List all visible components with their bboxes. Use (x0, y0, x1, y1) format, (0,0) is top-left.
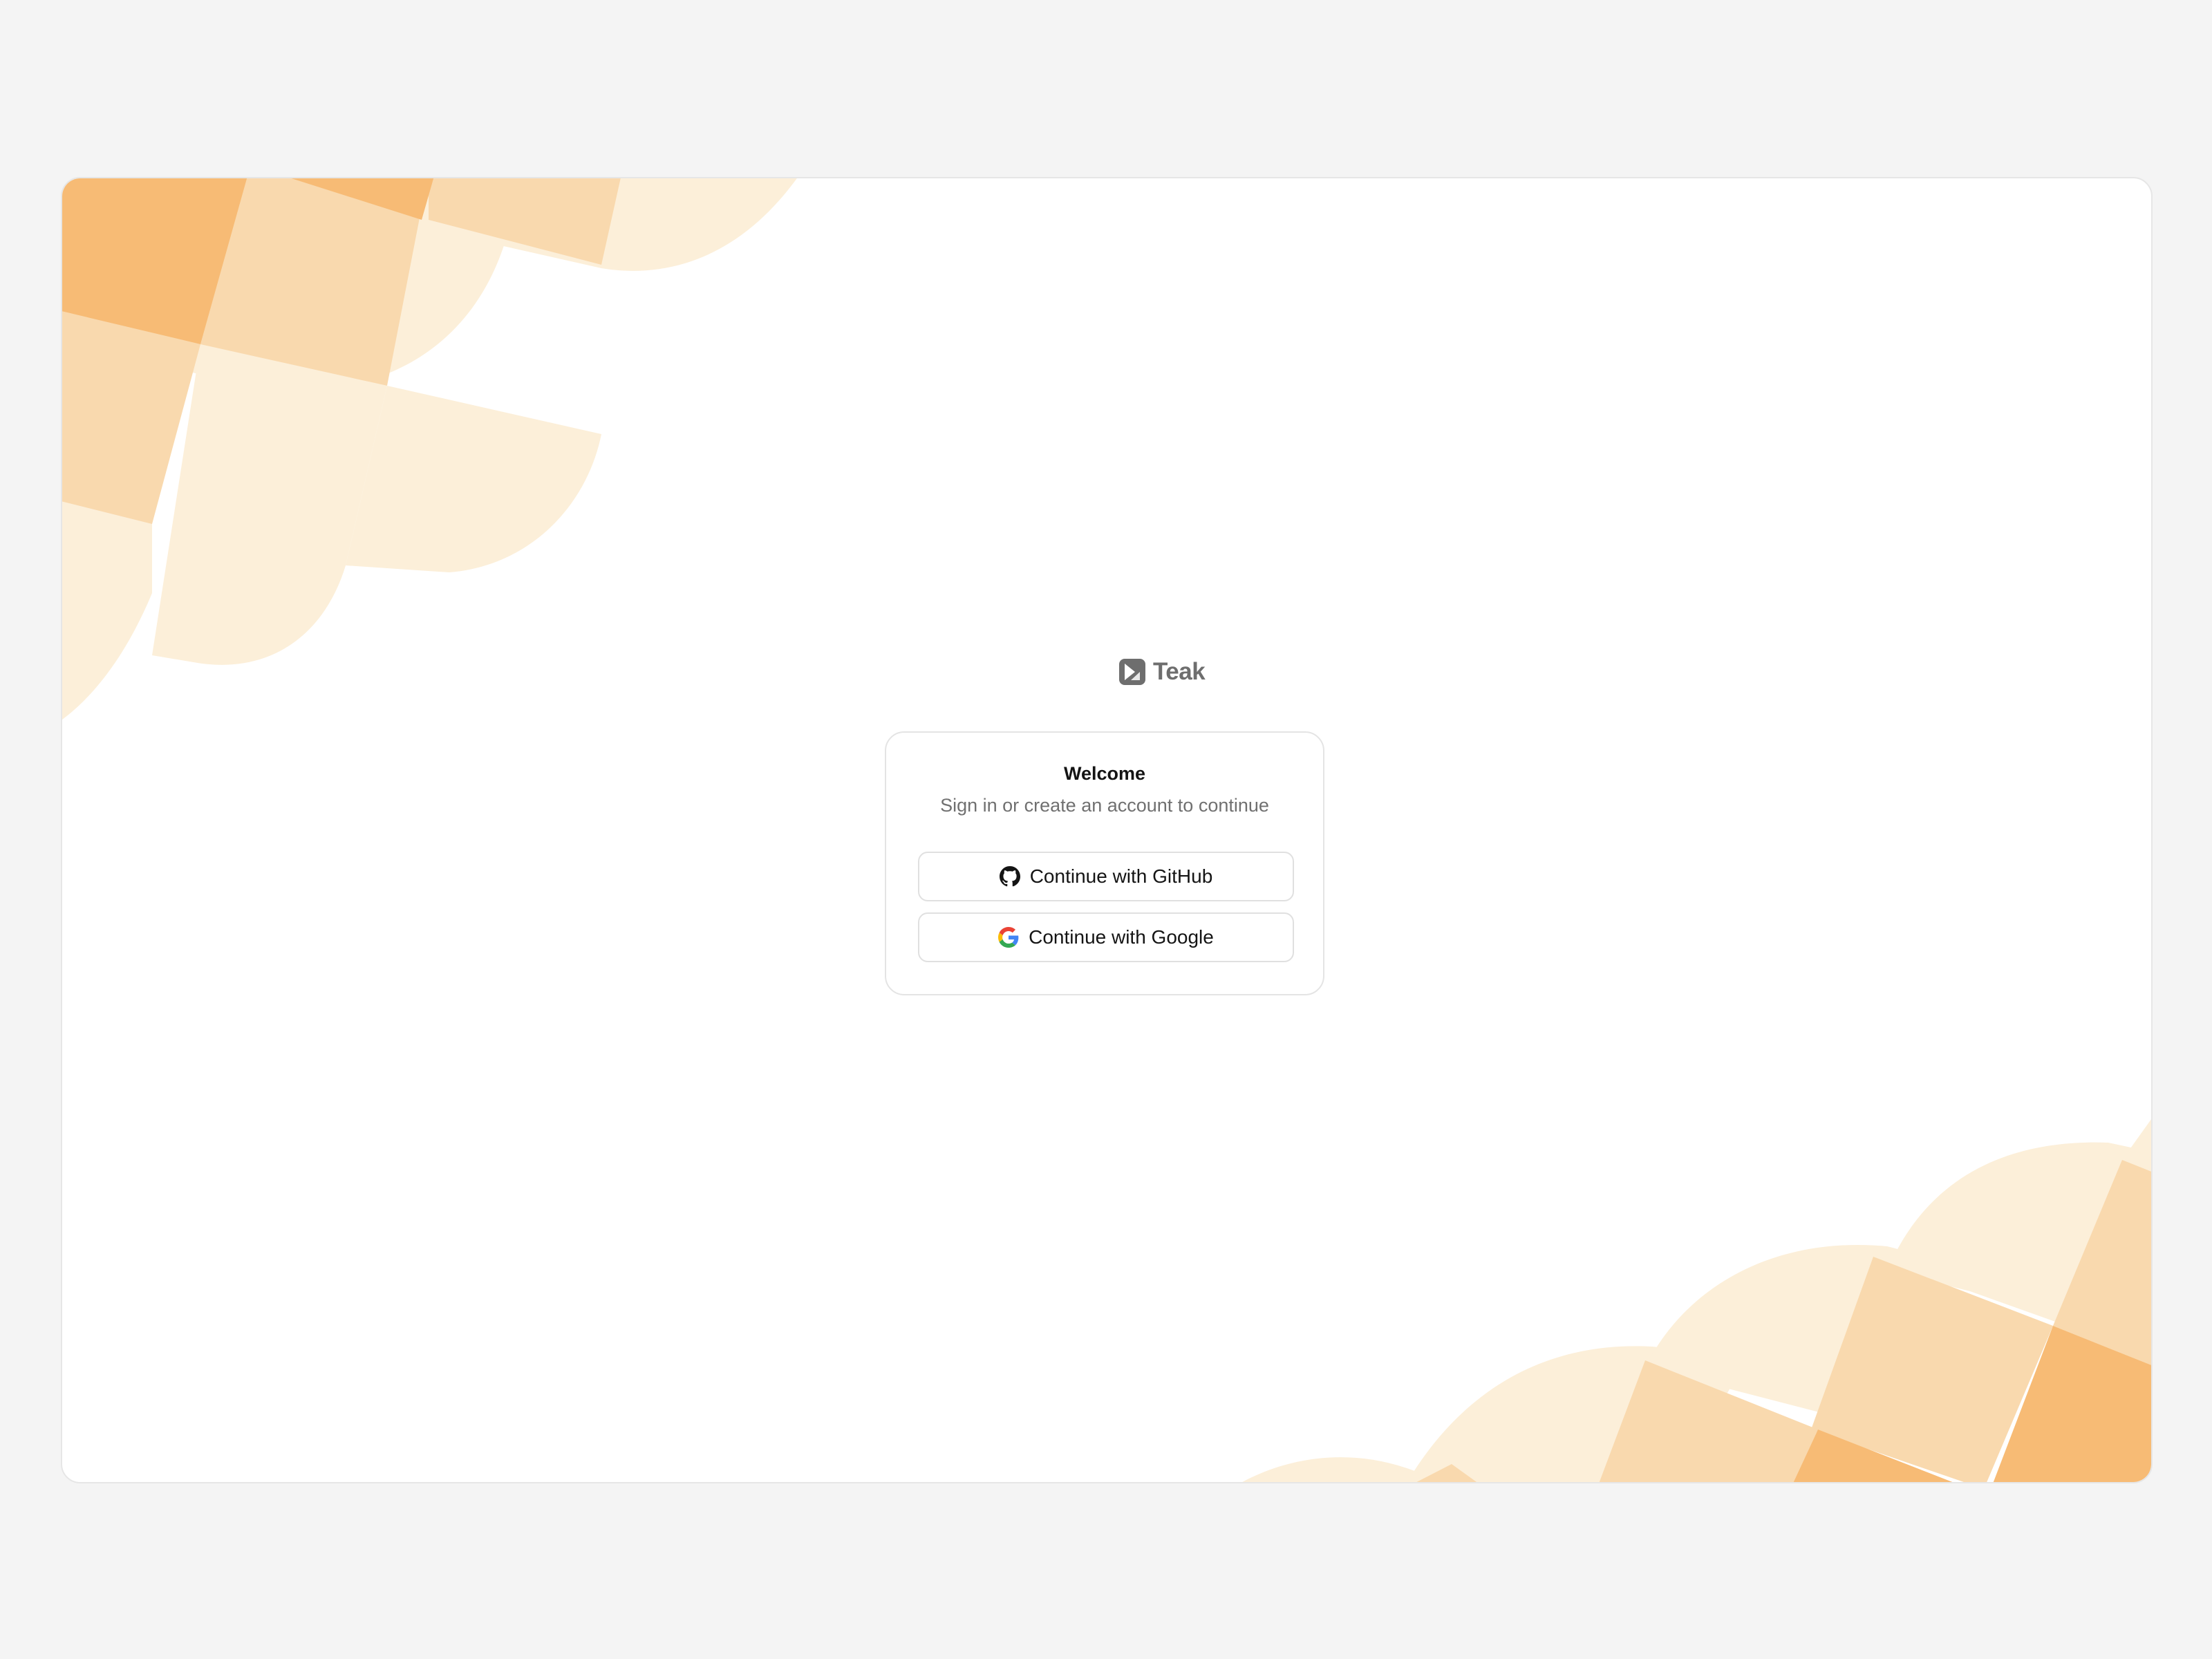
pattern-tile (62, 178, 518, 390)
github-button-label: Continue with GitHub (1029, 865, 1213, 887)
pattern-tile (152, 344, 387, 665)
pattern-tile (1887, 1142, 2151, 1326)
continue-with-github-button[interactable]: Continue with GitHub (918, 852, 1294, 901)
pattern-tile (1993, 1326, 2151, 1482)
pattern-tile (2053, 1160, 2151, 1365)
brand-name: Teak (1153, 658, 1206, 685)
pattern-tile (1242, 1457, 1440, 1482)
top-left-pattern (62, 178, 797, 720)
brand-logo: Teak (1118, 658, 1206, 686)
pattern-tile (1811, 1257, 2053, 1482)
pattern-tile (1599, 1360, 1818, 1482)
pattern-tile (1416, 1464, 1477, 1482)
card-subtitle: Sign in or create an account to continue (940, 795, 1269, 816)
pattern-tile (62, 178, 247, 344)
pattern-tile (304, 178, 797, 271)
pattern-tile (1645, 1244, 1956, 1423)
app-window: Teak Welcome Sign in or create an accoun… (61, 177, 2153, 1483)
pattern-tile (346, 386, 601, 572)
continue-with-google-button[interactable]: Continue with Google (918, 912, 1294, 962)
pattern-tile (200, 178, 428, 386)
google-button-label: Continue with Google (1029, 926, 1214, 948)
teak-logo-icon (1119, 659, 1145, 685)
pattern-tile (1407, 1346, 1742, 1482)
bottom-right-pattern (1242, 1119, 2151, 1482)
card-title: Welcome (1063, 763, 1146, 784)
pattern-tile (2122, 1119, 2151, 1172)
google-icon (998, 927, 1019, 948)
pattern-tile (62, 311, 200, 524)
pattern-tile (62, 484, 152, 720)
pattern-tile (1793, 1430, 1953, 1482)
pattern-tile (429, 178, 621, 265)
auth-card: Welcome Sign in or create an account to … (885, 731, 1324, 995)
github-icon (999, 866, 1020, 887)
pattern-tile (291, 178, 434, 220)
